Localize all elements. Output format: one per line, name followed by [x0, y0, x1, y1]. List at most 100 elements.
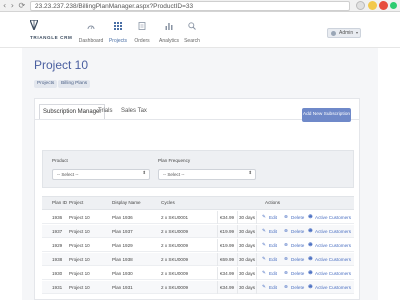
extension-icon[interactable]	[368, 1, 377, 10]
edit-icon[interactable]: ✎	[262, 281, 266, 294]
tab-trials[interactable]: Trials	[95, 104, 115, 119]
customers-icon[interactable]: ☻	[308, 253, 313, 266]
column-divider	[217, 239, 218, 252]
edit-link[interactable]: Edit	[269, 253, 277, 266]
cell-price: €19.99	[220, 243, 235, 248]
column-divider	[217, 225, 218, 238]
delete-icon[interactable]: ⊗	[284, 267, 288, 280]
column-divider	[256, 267, 257, 280]
edit-icon[interactable]: ✎	[262, 225, 266, 238]
header-project[interactable]: Project	[69, 200, 83, 205]
active-customers-link[interactable]: Active Customers	[315, 211, 351, 224]
cell-days: 30 days	[239, 257, 256, 262]
dashboard-icon	[87, 25, 95, 30]
add-subscription-button[interactable]: Add New Subscription	[302, 108, 351, 122]
delete-icon[interactable]: ⊗	[284, 211, 288, 224]
delete-icon[interactable]: ⊗	[284, 239, 288, 252]
header-cycles[interactable]: Cycles	[161, 200, 175, 205]
address-bar[interactable]: 23.23.237.238/BillingPlanManager.aspx?Pr…	[30, 1, 350, 11]
projects-grid-icon	[114, 22, 122, 30]
cell-days: 30 days	[239, 285, 256, 290]
cell-display-name: Plan 1930	[112, 271, 133, 276]
triangle-logo-icon[interactable]	[30, 20, 38, 30]
edit-link[interactable]: Edit	[269, 211, 277, 224]
edit-icon[interactable]: ✎	[262, 253, 266, 266]
tab-sales-tax[interactable]: Sales Tax	[118, 104, 150, 119]
cell-project: Project 10	[69, 285, 90, 290]
avatar	[331, 31, 336, 36]
chevron-down-icon: ▾	[356, 30, 359, 35]
orders-icon	[138, 22, 146, 30]
extension-red-icon[interactable]	[379, 1, 388, 10]
select-arrows-icon: ⬍	[248, 171, 252, 176]
customers-icon[interactable]: ☻	[308, 281, 313, 294]
edit-link[interactable]: Edit	[269, 239, 277, 252]
cell-project: Project 10	[69, 271, 90, 276]
cell-price: €34.99	[220, 215, 235, 220]
delete-icon[interactable]: ⊗	[284, 225, 288, 238]
nav-search[interactable]: Search	[176, 17, 208, 44]
table-header	[42, 196, 354, 210]
cell-cycles: 2 x SKU0009	[161, 285, 189, 290]
header-plan-id[interactable]: Plan ID	[52, 200, 67, 205]
product-select[interactable]: -- Select -- ⬍	[52, 169, 150, 180]
table-row: 1936 Project 10 Plan 1936 2 x SKU0001 €3…	[42, 211, 354, 224]
edit-icon[interactable]: ✎	[262, 211, 266, 224]
search-icon	[188, 22, 196, 30]
delete-link[interactable]: Delete	[291, 239, 304, 252]
active-customers-link[interactable]: Active Customers	[315, 253, 351, 266]
menu-icon[interactable]	[390, 2, 397, 9]
table-row: 1930 Project 10 Plan 1930 2 x SKU0009 €3…	[42, 267, 354, 280]
customers-icon[interactable]: ☻	[308, 267, 313, 280]
header-actions: Actions	[265, 200, 281, 205]
delete-link[interactable]: Delete	[291, 281, 304, 294]
edit-icon[interactable]: ✎	[262, 239, 266, 252]
delete-link[interactable]: Delete	[291, 267, 304, 280]
cell-project: Project 10	[69, 257, 90, 262]
active-customers-link[interactable]: Active Customers	[315, 281, 351, 294]
column-divider	[237, 225, 238, 238]
product-filter-label: Product	[52, 158, 68, 163]
column-divider	[237, 239, 238, 252]
table-row: 1931 Project 10 Plan 1931 2 x SKU0009 €3…	[42, 281, 354, 294]
star-icon[interactable]	[356, 1, 365, 10]
cell-plan-id: 1931	[52, 285, 63, 290]
customers-icon[interactable]: ☻	[308, 211, 313, 224]
browser-nav-icons[interactable]: ‹ › ⟳	[3, 1, 26, 10]
cell-display-name: Plan 1931	[112, 285, 133, 290]
customers-icon[interactable]: ☻	[308, 239, 313, 252]
logo-text: TRIANGLE CRM	[30, 35, 73, 40]
cell-cycles: 2 x SKU0009	[161, 257, 189, 262]
delete-icon[interactable]: ⊗	[284, 281, 288, 294]
column-divider	[256, 239, 257, 252]
edit-link[interactable]: Edit	[269, 281, 277, 294]
active-customers-link[interactable]: Active Customers	[315, 267, 351, 280]
cell-price: €34.99	[220, 285, 235, 290]
edit-link[interactable]: Edit	[269, 225, 277, 238]
edit-link[interactable]: Edit	[269, 267, 277, 280]
active-customers-link[interactable]: Active Customers	[315, 225, 351, 238]
cell-display-name: Plan 1938	[112, 257, 133, 262]
cell-days: 30 days	[239, 243, 256, 248]
analytics-icon	[165, 23, 173, 30]
active-customers-link[interactable]: Active Customers	[315, 239, 351, 252]
delete-link[interactable]: Delete	[291, 253, 304, 266]
cell-display-name: Plan 1929	[112, 243, 133, 248]
frequency-select[interactable]: -- Select -- ⬍	[158, 169, 256, 180]
cell-plan-id: 1930	[52, 271, 63, 276]
cell-cycles: 2 x SKU0009	[161, 271, 189, 276]
breadcrumb-billing-plans[interactable]: Billing Plans	[58, 80, 91, 88]
delete-link[interactable]: Delete	[291, 225, 304, 238]
cell-days: 30 days	[239, 229, 256, 234]
delete-link[interactable]: Delete	[291, 211, 304, 224]
edit-icon[interactable]: ✎	[262, 267, 266, 280]
cell-cycles: 2 x SKU0009	[161, 243, 189, 248]
select-arrows-icon: ⬍	[142, 171, 146, 176]
delete-icon[interactable]: ⊗	[284, 253, 288, 266]
header-display-name[interactable]: Display Name	[112, 200, 141, 205]
breadcrumb-projects[interactable]: Projects	[34, 80, 58, 88]
browser-toolbar: ‹ › ⟳ 23.23.237.238/BillingPlanManager.a…	[0, 0, 400, 12]
column-divider	[237, 267, 238, 280]
customers-icon[interactable]: ☻	[308, 225, 313, 238]
user-menu-button[interactable]: Admin ▾	[327, 28, 361, 38]
